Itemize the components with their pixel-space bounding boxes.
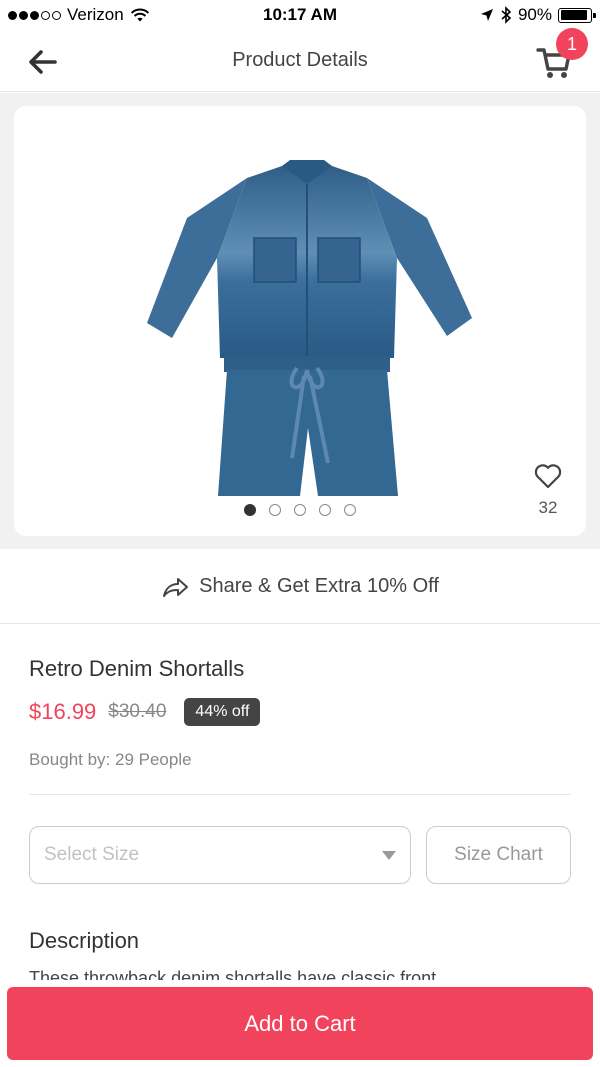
size-row: Select Size Size Chart bbox=[29, 826, 571, 884]
product-name: Retro Denim Shortalls bbox=[29, 656, 245, 681]
heart-icon bbox=[534, 464, 562, 489]
size-select[interactable]: Select Size bbox=[29, 826, 411, 884]
battery-icon bbox=[558, 7, 596, 23]
divider bbox=[29, 794, 571, 795]
product-image bbox=[147, 160, 472, 496]
share-button[interactable]: Share & Get Extra 10% Off bbox=[0, 550, 600, 624]
gallery-dot[interactable] bbox=[244, 504, 256, 516]
favorite-button[interactable]: 32 bbox=[528, 463, 568, 518]
size-chart-button[interactable]: Size Chart bbox=[426, 826, 571, 884]
chevron-down-icon bbox=[382, 850, 396, 860]
share-arrow-icon bbox=[163, 577, 189, 597]
cart-count-badge: 1 bbox=[556, 28, 588, 60]
cart-footer: Add to Cart bbox=[0, 980, 600, 1067]
signal-strength-icon bbox=[8, 10, 61, 20]
sale-price: $16.99 bbox=[29, 699, 97, 724]
add-to-cart-button[interactable]: Add to Cart bbox=[7, 987, 593, 1060]
description-title: Description bbox=[29, 928, 140, 953]
product-info: Retro Denim Shortalls $16.99 $30.40 44% … bbox=[29, 624, 571, 795]
back-button[interactable] bbox=[24, 44, 60, 80]
status-bar: Verizon 10:17 AM 90% bbox=[0, 0, 600, 30]
gallery-dot[interactable] bbox=[269, 504, 281, 516]
favorite-count: 32 bbox=[538, 498, 558, 517]
wifi-icon bbox=[130, 8, 149, 22]
bluetooth-icon bbox=[501, 6, 512, 24]
original-price: $30.40 bbox=[108, 701, 167, 722]
size-select-placeholder: Select Size bbox=[44, 844, 140, 865]
discount-badge: 44% off bbox=[184, 698, 261, 726]
location-arrow-icon bbox=[480, 9, 493, 21]
product-image-card[interactable]: 32 bbox=[14, 106, 586, 536]
gallery-dot[interactable] bbox=[344, 504, 356, 516]
status-left: Verizon bbox=[8, 5, 150, 25]
carrier-name: Verizon bbox=[67, 5, 124, 24]
nav-bar: Product Details 1 bbox=[0, 28, 600, 92]
page-title: Product Details bbox=[232, 49, 368, 71]
gallery-dot[interactable] bbox=[294, 504, 306, 516]
cart-button[interactable]: 1 bbox=[534, 28, 588, 82]
battery-percent: 90% bbox=[517, 5, 552, 24]
gallery-dot[interactable] bbox=[319, 504, 331, 516]
arrow-left-icon bbox=[29, 50, 57, 74]
share-label: Share & Get Extra 10% Off bbox=[199, 575, 439, 597]
status-right: 90% bbox=[480, 5, 596, 25]
gallery-pagination[interactable] bbox=[14, 504, 586, 516]
price-row: $16.99 $30.40 44% off bbox=[29, 698, 571, 726]
bought-by-count: Bought by: 29 People bbox=[29, 750, 192, 769]
